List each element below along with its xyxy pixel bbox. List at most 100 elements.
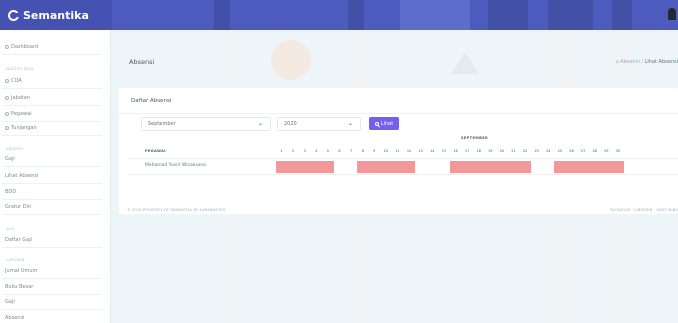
watermark-shape (548, 0, 593, 30)
day-column-header: 20 (499, 149, 505, 153)
sidebar-heading: ABSENSI (6, 147, 24, 151)
footer-copyright: © 2019 PROPERTY OF SEMANTIKA BY LARAMAST… (127, 208, 226, 212)
divider (2, 294, 102, 295)
day-column-header: 7 (349, 149, 353, 153)
divider (2, 199, 102, 200)
sidebar-item-label: BDD (5, 189, 17, 195)
sidebar-item-daftar-gaji[interactable]: Daftar Gaji (5, 237, 32, 243)
attendance-cell-absent (496, 161, 509, 173)
sidebar-heading: LAPORAN (6, 258, 25, 262)
day-column-header: 5 (326, 149, 329, 153)
divider (2, 88, 102, 89)
day-column-header: 29 (604, 149, 609, 153)
day-column-header: 1 (280, 149, 283, 153)
sidebar-item-pegawai[interactable]: Pegawai (5, 111, 32, 117)
breadcrumb-prev[interactable]: Absensi (620, 59, 639, 65)
attendance-cell-absent (299, 161, 312, 173)
sidebar-item-buku-besar[interactable]: Buku Besar (5, 284, 33, 290)
sidebar-item-dashboard[interactable]: Dashboard (5, 44, 38, 50)
attendance-cell-absent (577, 161, 590, 173)
circle-icon (5, 79, 9, 83)
column-header-pegawai: PEGAWAI (145, 149, 166, 153)
lihat-button[interactable]: Lihat (369, 117, 399, 130)
breadcrumb-current: Lihat Absensi (644, 59, 678, 65)
sidebar-item-jabatan[interactable]: Jabatan (5, 95, 30, 101)
sidebar-item-label: Gaji (5, 299, 15, 305)
attendance-cell-present (334, 161, 346, 173)
attendance-cell-absent (461, 161, 474, 173)
day-column-header: 15 (441, 149, 447, 153)
attendance-cell-absent (403, 161, 416, 173)
user-avatar[interactable] (668, 8, 676, 20)
sidebar-item-gaji[interactable]: Gaji (5, 156, 15, 162)
day-column-header: 13 (418, 149, 423, 153)
attendance-cell-present (426, 161, 439, 173)
breadcrumb-home-icon[interactable]: ⌂ (615, 59, 618, 65)
attendance-cell-absent (380, 161, 393, 173)
day-column-header: 24 (546, 149, 551, 153)
day-column-header: 23 (534, 149, 539, 153)
attendance-cell-absent (322, 161, 335, 173)
sidebar: MASTER DATA ABSENSI GAJI LAPORAN Dashboard CO… (0, 30, 111, 323)
watermark-shape (612, 0, 632, 30)
day-column-header: 17 (464, 149, 470, 153)
sidebar-item-label: Tunjangan (11, 125, 37, 131)
day-column-header: 26 (569, 149, 574, 153)
sidebar-item-coa[interactable]: COA (5, 78, 22, 84)
sidebar-item-bdd[interactable]: BDD (5, 189, 16, 195)
year-select[interactable]: 2020 ⌄ (277, 117, 361, 131)
divider (2, 183, 102, 184)
year-select-value: 2020 (284, 121, 297, 127)
divider (2, 247, 102, 248)
sidebar-heading: GAJI (6, 227, 15, 231)
divider (2, 166, 102, 167)
sidebar-heading: MASTER DATA (6, 67, 34, 71)
sidebar-item-label: Jabatan (11, 95, 30, 101)
attendance-cell-absent (392, 161, 404, 173)
sidebar-item-jurnal-umum[interactable]: Jurnal Umum (5, 268, 37, 274)
divider (2, 54, 102, 55)
brand-logo-area[interactable]: Semantika (0, 0, 112, 30)
brand-name: Semantika (23, 8, 89, 22)
attendance-cell-present (345, 161, 358, 173)
month-select[interactable]: September ⌄ (141, 117, 271, 131)
attendance-cell-absent (508, 161, 520, 173)
sidebar-item-lihat-absensi[interactable]: Lihat Absensi (5, 173, 38, 179)
attendance-cell-absent (450, 161, 462, 173)
sidebar-item-label: Daftar Gaji (5, 237, 32, 243)
divider (2, 278, 102, 279)
breadcrumb: ⌂ Absensi / Lihat Absensi (615, 59, 678, 65)
divider (2, 121, 102, 122)
watermark-mountain (451, 52, 479, 74)
day-column-header: 25 (557, 149, 563, 153)
day-column-header: 21 (511, 149, 516, 153)
circle-icon (5, 112, 9, 116)
attendance-cell-absent (554, 161, 567, 173)
day-column-header: 8 (361, 149, 364, 153)
sidebar-item-tunjangan[interactable]: Tunjangan (5, 125, 37, 131)
watermark-shape (214, 0, 230, 30)
semantika-logo-icon (8, 9, 20, 21)
attendance-cell-absent (357, 161, 370, 173)
sidebar-item-label: COA (11, 78, 22, 84)
day-column-header: 16 (453, 149, 458, 153)
breadcrumb-separator: / (641, 59, 643, 65)
gear-icon (5, 126, 9, 130)
divider (2, 105, 102, 106)
day-column-header: 28 (592, 149, 597, 153)
attendance-cell-absent (484, 161, 497, 173)
attendance-cell-absent (612, 161, 625, 173)
day-column-header: 12 (406, 149, 412, 153)
sidebar-item-gratur-diri[interactable]: Gratur Diri (5, 204, 31, 210)
sidebar-item-label: Gaji (5, 156, 15, 162)
attendance-cell-absent (287, 161, 300, 173)
footer-links[interactable]: FACEBOOK · LINKEDIN · VENT WINS (610, 208, 678, 212)
sidebar-item-absensi[interactable]: Absensi (5, 315, 24, 321)
divider (127, 174, 678, 175)
sidebar-item-label: Buku Besar (5, 284, 34, 290)
sidebar-item-gaji[interactable]: Gaji (5, 299, 15, 305)
attendance-cell-absent (473, 161, 486, 173)
lihat-button-label: Lihat (380, 120, 394, 127)
watermark-circle (271, 40, 311, 80)
absensi-card: Daftar Absensi September ⌄ 2020 ⌄ Lihat … (119, 88, 678, 214)
